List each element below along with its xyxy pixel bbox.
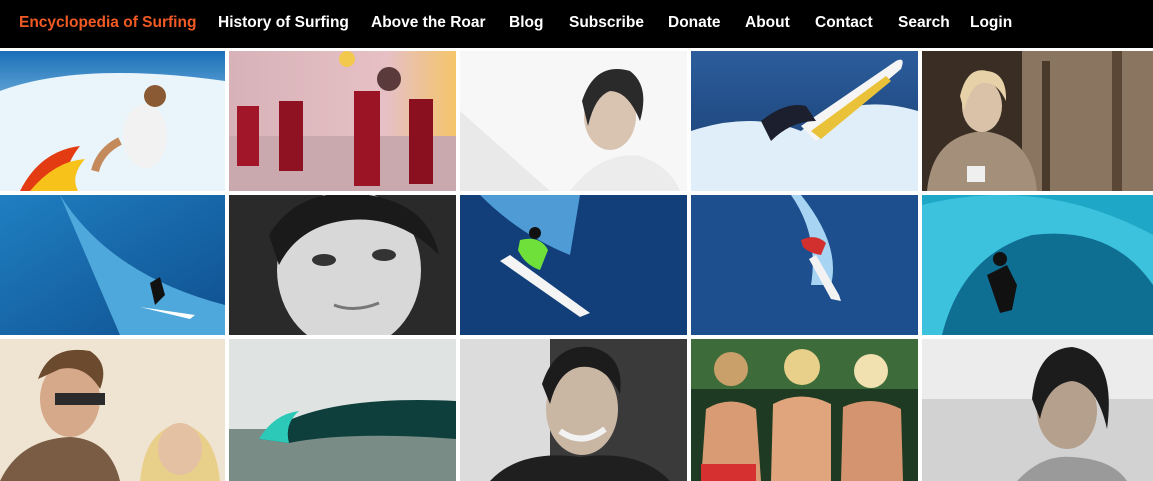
photo-image (460, 195, 687, 335)
nav-link-login[interactable]: Login (970, 13, 1012, 33)
nav-link-contact[interactable]: Contact (815, 13, 873, 33)
photo-image (691, 339, 918, 481)
photo-image (229, 339, 456, 481)
gallery-photo-surfer-portrait-bw-2[interactable] (922, 339, 1153, 481)
gallery-photo-smiling-surfer-bw[interactable] (460, 339, 687, 481)
nav-link-blog[interactable]: Blog (509, 13, 543, 33)
gallery-photo-couple-in-sunglasses[interactable] (0, 339, 225, 481)
nav-link-above-the-roar[interactable]: Above the Roar (371, 13, 486, 33)
gallery-photo-surfer-portrait-bw[interactable] (460, 51, 687, 191)
nav-link-donate[interactable]: Donate (668, 13, 721, 33)
gallery-photo-surfer-overhead-blue[interactable] (460, 195, 687, 335)
photo-image (0, 195, 225, 335)
gallery-photo-face-closeup-bw[interactable] (229, 195, 456, 335)
photo-image (229, 195, 456, 335)
gallery-photo-three-surfers[interactable] (691, 339, 918, 481)
gallery-photo-big-wave-surfer[interactable] (0, 195, 225, 335)
gallery-photo-surfer-with-flames[interactable] (0, 51, 225, 191)
gallery-photo-surfer-with-mug[interactable] (922, 51, 1153, 191)
nav-link-history-of-surfing[interactable]: History of Surfing (218, 13, 349, 33)
photo-image (922, 339, 1153, 481)
gallery-photo-surfer-aerial[interactable] (691, 51, 918, 191)
nav-link-search[interactable]: Search (898, 13, 950, 33)
photo-image (460, 51, 687, 191)
photo-image (460, 339, 687, 481)
photo-image (0, 51, 225, 191)
photo-image (922, 195, 1153, 335)
photo-image (922, 51, 1153, 191)
gallery-photo-barreling-wave[interactable] (229, 339, 456, 481)
nav-link-about[interactable]: About (745, 13, 790, 33)
gallery-photo-surfer-in-barrel[interactable] (922, 195, 1153, 335)
gallery-photo-surf-band[interactable] (229, 51, 456, 191)
top-navigation-bar: Encyclopedia of Surfing History of Surfi… (0, 0, 1153, 48)
photo-image (0, 339, 225, 481)
site-brand-link[interactable]: Encyclopedia of Surfing (19, 13, 196, 33)
gallery-photo-surfer-bottom-turn[interactable] (691, 195, 918, 335)
photo-image (691, 195, 918, 335)
nav-link-subscribe[interactable]: Subscribe (569, 13, 644, 33)
photo-image (691, 51, 918, 191)
photo-image (229, 51, 456, 191)
